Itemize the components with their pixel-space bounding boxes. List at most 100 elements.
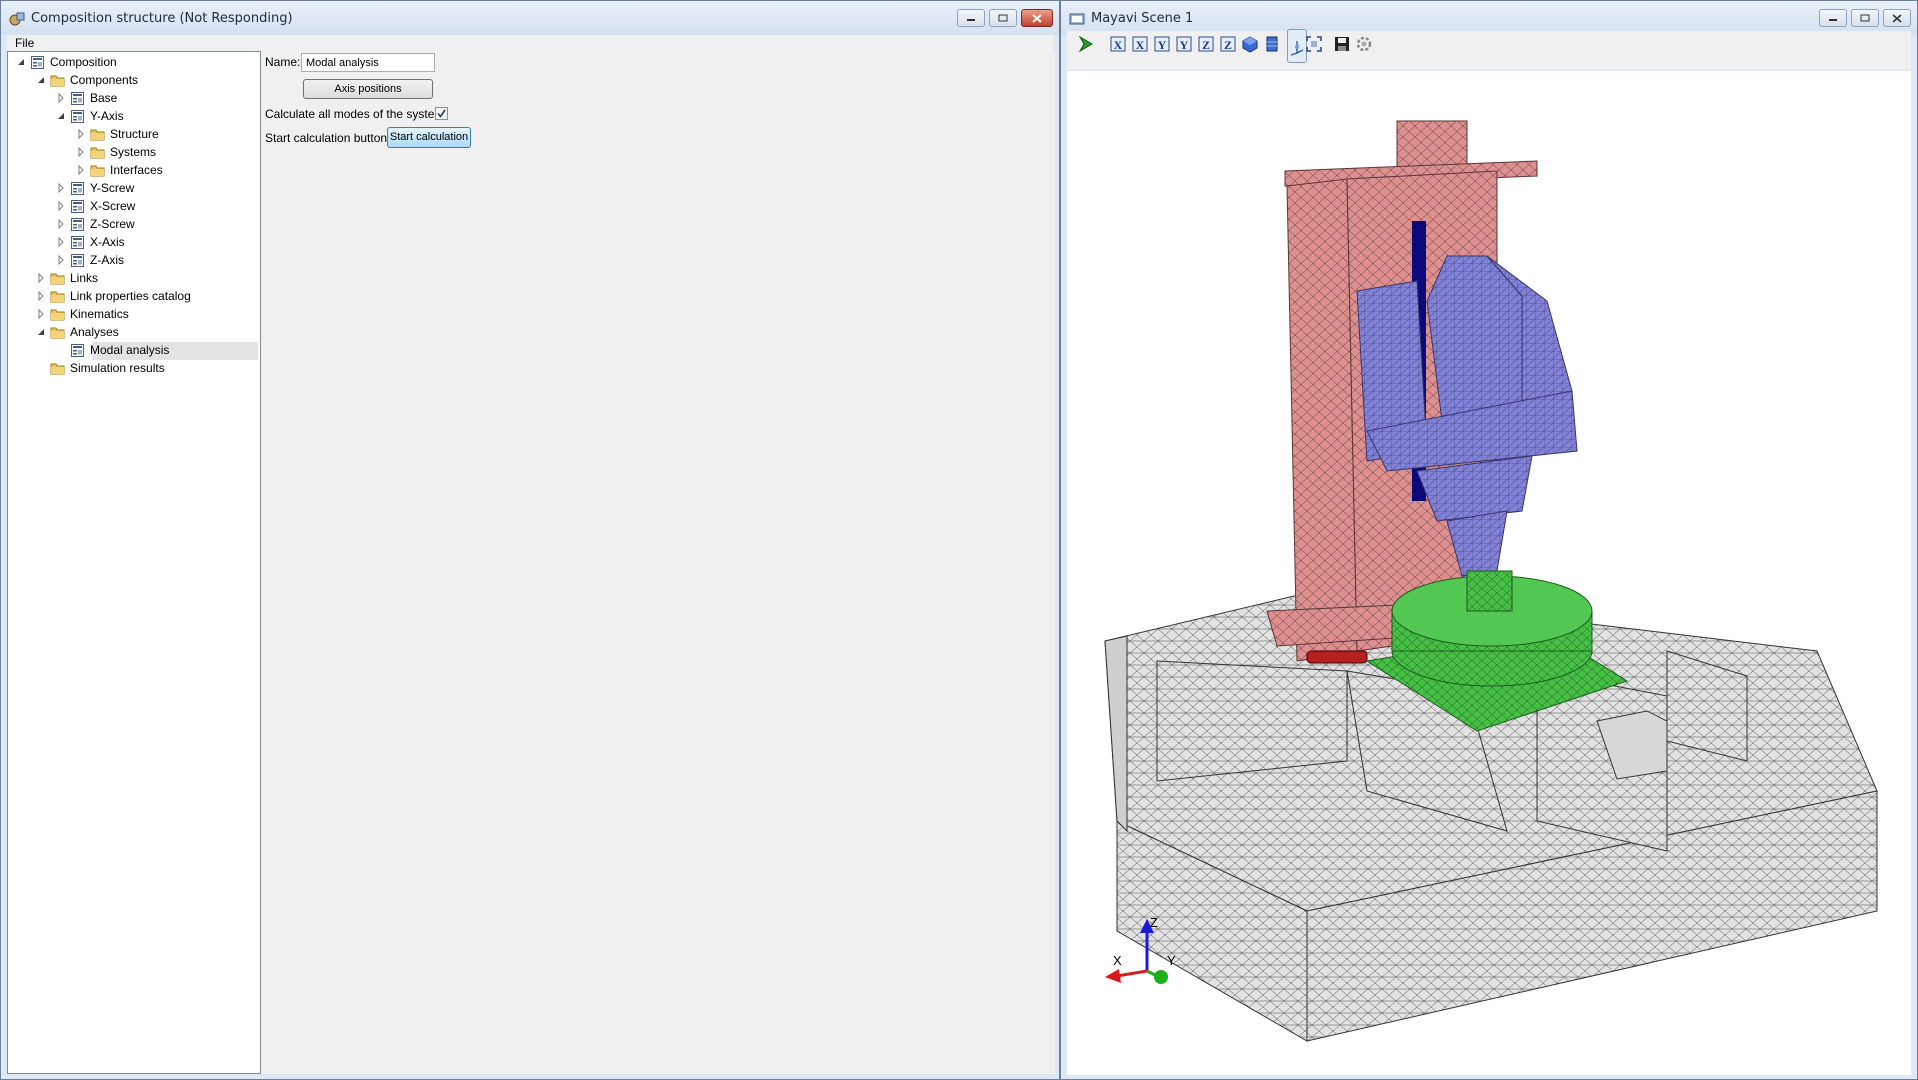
tree-item-label: Composition [50,55,117,69]
tree-item[interactable]: Interfaces [8,162,260,180]
minimize-button[interactable] [1819,9,1847,27]
pipeline-icon [1078,35,1093,53]
expanded-triangle-icon[interactable] [16,57,26,67]
collapsed-triangle-icon[interactable] [36,309,46,319]
tree-object-icon [71,254,84,267]
collapsed-triangle-icon[interactable] [56,237,66,247]
tree-item[interactable]: Simulation results [8,360,260,378]
collapsed-triangle-icon[interactable] [36,291,46,301]
tree-item[interactable]: Components [8,72,260,90]
close-icon [1892,13,1902,23]
collapsed-triangle-icon[interactable] [56,183,66,193]
view-y-plus-button[interactable]: Y [1153,35,1173,55]
configure-icon [1356,36,1372,52]
close-button[interactable] [1021,9,1053,27]
folder-icon [50,327,65,339]
tree-object-icon [71,110,84,123]
tree-item-label: Links [70,271,99,285]
folder-icon [90,165,105,177]
tree-item[interactable]: Link properties catalog [8,288,260,306]
folder-icon [50,363,65,375]
3d-scene-viewport[interactable]: Z X Y [1067,71,1911,1075]
view-x-plus-icon: X [1110,36,1126,52]
calc-all-modes-checkbox[interactable] [435,107,448,120]
tree-item[interactable]: Systems [8,144,260,162]
tree-item[interactable]: Kinematics [8,306,260,324]
tree-item-label: Z-Screw [90,217,135,231]
axis-z-label: Z [1150,915,1158,930]
restore-button[interactable] [1851,9,1879,27]
tree-item[interactable]: X-Screw [8,198,260,216]
name-label: Name: [265,55,301,69]
composition-window: Composition structure (Not Responding) F… [0,0,1060,1080]
mayavi-window: Mayavi Scene 1 XXYYZZ Z X Y [1060,0,1918,1080]
start-calculation-button[interactable]: Start calculation [387,127,471,148]
parallel-projection-button[interactable] [1263,35,1283,55]
menu-file[interactable]: File [15,36,34,50]
save-button[interactable] [1333,35,1353,55]
tree-item[interactable]: Base [8,90,260,108]
y-screw [1306,650,1368,664]
restore-button[interactable] [989,9,1017,27]
tree-item[interactable]: Analyses [8,324,260,342]
tree-item-label: Structure [110,127,159,141]
isometric-view-button[interactable] [1241,35,1261,55]
tree-item-label: X-Screw [90,199,136,213]
tree-item[interactable]: Modal analysis [8,342,260,360]
view-y-minus-button[interactable]: Y [1175,35,1195,55]
name-field[interactable] [301,53,435,72]
collapsed-triangle-icon[interactable] [36,273,46,283]
collapsed-triangle-icon[interactable] [76,147,86,157]
menubar: File [7,35,1053,52]
minimize-icon [967,19,975,21]
view-z-plus-icon: Z [1198,36,1214,52]
view-x-minus-button[interactable]: X [1131,35,1151,55]
close-button[interactable] [1883,9,1911,27]
tree-item-label: Y-Screw [90,181,135,195]
composition-tree[interactable]: Composition Components Base Y-Axis Structure… [7,51,261,1074]
tree-item[interactable]: Y-Screw [8,180,260,198]
configure-button[interactable] [1355,35,1375,55]
tree-item[interactable]: Z-Axis [8,252,260,270]
collapsed-triangle-icon[interactable] [56,219,66,229]
tree-item-label: Components [70,73,139,87]
collapsed-triangle-icon[interactable] [56,255,66,265]
svg-text:X: X [1114,38,1123,52]
tree-item[interactable]: Composition [8,54,260,72]
pipeline-button[interactable] [1077,35,1097,55]
tree-item[interactable]: Structure [8,126,260,144]
tree-item-label: Modal analysis [90,343,170,357]
collapsed-triangle-icon[interactable] [56,201,66,211]
expanded-triangle-icon[interactable] [36,75,46,85]
view-x-plus-button[interactable]: X [1109,35,1129,55]
restore-icon [1860,14,1870,22]
tree-object-icon [71,236,84,249]
full-screen-button[interactable] [1305,35,1325,55]
tree-item[interactable]: Y-Axis [8,108,260,126]
svg-text:Z: Z [1224,38,1232,52]
folder-icon [50,309,65,321]
expanded-triangle-icon[interactable] [56,111,66,121]
tree-item-label: Systems [110,145,157,159]
view-z-minus-button[interactable]: Z [1219,35,1239,55]
axes-toggle-button[interactable] [1287,29,1307,63]
tree-item-label: X-Axis [90,235,125,249]
mayavi-titlebar[interactable]: Mayavi Scene 1 [1061,1,1917,35]
composition-titlebar[interactable]: Composition structure (Not Responding) [1,1,1059,35]
tree-item[interactable]: Links [8,270,260,288]
close-icon [1032,13,1042,23]
tree-item-label: Kinematics [70,307,129,321]
tree-item-label: Interfaces [110,163,163,177]
collapsed-triangle-icon[interactable] [76,165,86,175]
tree-item[interactable]: Z-Screw [8,216,260,234]
folder-icon [90,129,105,141]
axis-positions-button[interactable]: Axis positions [303,79,433,99]
tree-object-icon [71,92,84,105]
tree-item[interactable]: X-Axis [8,234,260,252]
minimize-button[interactable] [957,9,985,27]
collapsed-triangle-icon[interactable] [56,93,66,103]
expanded-triangle-icon[interactable] [36,327,46,337]
view-z-plus-button[interactable]: Z [1197,35,1217,55]
collapsed-triangle-icon[interactable] [76,129,86,139]
checkmark-icon [437,109,446,118]
